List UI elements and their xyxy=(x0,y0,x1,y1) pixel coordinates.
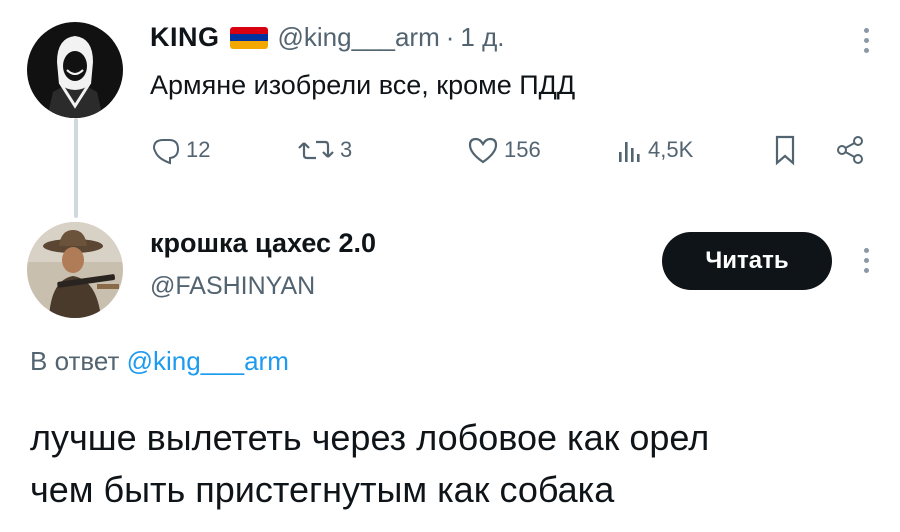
author-handle[interactable]: @king___arm xyxy=(278,22,440,53)
views-button[interactable]: 4,5K xyxy=(614,130,693,170)
reply-button[interactable]: 12 xyxy=(150,130,210,170)
follow-button[interactable]: Читать xyxy=(662,232,832,290)
more-options-icon[interactable] xyxy=(856,22,876,58)
bookmark-icon xyxy=(775,135,795,166)
heart-icon xyxy=(468,137,498,164)
views-count: 4,5K xyxy=(648,137,694,162)
reply-count: 12 xyxy=(186,137,211,162)
like-count: 156 xyxy=(504,137,541,162)
author-name[interactable]: крошка цахес 2.0 xyxy=(150,228,376,259)
tweet1-header: KING @king___arm · 1 д. xyxy=(150,22,505,53)
tweet2-text-line: лучше вылететь через лобовое как орел xyxy=(30,417,710,458)
author-name[interactable]: KING xyxy=(150,22,220,53)
like-button[interactable]: 156 xyxy=(466,130,541,170)
retweet-count: 3 xyxy=(340,137,353,162)
retweet-button[interactable]: 3 xyxy=(296,130,352,170)
retweet-icon xyxy=(298,140,334,160)
tweet1-text: Армяне изобрели все, кроме ПДД xyxy=(150,70,576,100)
meta-separator: · xyxy=(445,22,455,52)
armenia-flag-icon xyxy=(229,26,268,49)
more-options-icon[interactable] xyxy=(856,242,876,278)
reply-icon xyxy=(152,139,180,165)
tweet2-text: лучше вылететь через лобовое как орел че… xyxy=(30,412,709,516)
share-icon xyxy=(837,136,863,164)
avatar-fashinyan[interactable] xyxy=(27,222,123,318)
tweet2-text-line: чем быть пристегнутым как собака xyxy=(30,469,615,510)
views-icon xyxy=(619,142,640,162)
reply-context: В ответ @king___arm xyxy=(30,346,289,377)
bookmark-button[interactable] xyxy=(772,130,802,170)
reply-prefix: В ответ xyxy=(30,346,120,376)
tweet-time[interactable]: 1 д. xyxy=(460,22,504,53)
author-handle[interactable]: @FASHINYAN xyxy=(150,272,315,301)
avatar-king[interactable] xyxy=(27,22,123,118)
thread-connector xyxy=(74,118,78,218)
tweet1-action-bar: 12 3 156 4,5K xyxy=(150,130,870,170)
reply-mention-link[interactable]: @king___arm xyxy=(127,346,289,376)
share-button[interactable] xyxy=(834,130,870,170)
